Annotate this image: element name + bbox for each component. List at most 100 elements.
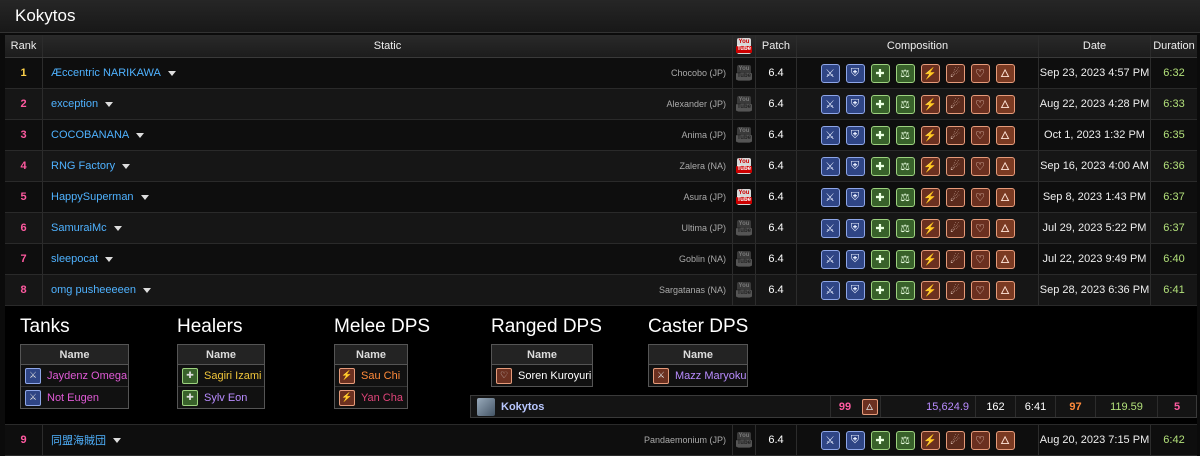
member-row[interactable]: ⚡ Yan Cha xyxy=(335,387,407,408)
paladin-icon[interactable]: ⚔ xyxy=(820,156,840,176)
scholar-icon[interactable]: ✚ xyxy=(870,218,890,238)
static-name-link[interactable]: SamuraiMc xyxy=(43,222,122,234)
scholar-icon[interactable]: ✚ xyxy=(870,280,890,300)
dancer-icon[interactable]: ♡ xyxy=(970,156,990,176)
black-mage-icon[interactable]: 🜂 xyxy=(995,430,1015,450)
static-name-link[interactable]: sleepocat xyxy=(43,253,114,265)
black-mage-icon[interactable]: 🜂 xyxy=(995,249,1015,269)
monk-icon[interactable]: ⚡ xyxy=(920,94,940,114)
table-row[interactable]: 1 Æccentric NARIKAWA Chocobo (JP) You Tub… xyxy=(5,58,1197,89)
monk-icon[interactable]: ⚡ xyxy=(920,280,940,300)
warrior-icon[interactable]: ⛨ xyxy=(845,218,865,238)
youtube-cell[interactable]: You Tube xyxy=(733,182,756,212)
warrior-icon[interactable]: ⛨ xyxy=(845,249,865,269)
member-row[interactable]: ⚡ Sau Chi xyxy=(335,365,407,387)
dancer-icon[interactable]: ♡ xyxy=(970,249,990,269)
dancer-icon[interactable]: ♡ xyxy=(970,280,990,300)
paladin-icon[interactable]: ⚔ xyxy=(820,125,840,145)
member-row[interactable]: ✚ Sagiri Izami xyxy=(178,365,264,387)
paladin-icon[interactable]: ⚔ xyxy=(820,249,840,269)
scholar-icon[interactable]: ✚ xyxy=(870,187,890,207)
paladin-icon[interactable]: ⚔ xyxy=(820,218,840,238)
youtube-icon[interactable]: You Tube xyxy=(736,189,752,205)
warrior-icon[interactable]: ⛨ xyxy=(845,156,865,176)
col-date[interactable]: Date xyxy=(1039,35,1151,57)
scholar-icon[interactable]: ✚ xyxy=(870,430,890,450)
youtube-icon[interactable]: You Tube xyxy=(736,158,752,174)
paladin-icon[interactable]: ⚔ xyxy=(820,187,840,207)
chevron-down-icon[interactable] xyxy=(113,225,122,231)
member-row[interactable]: ⚔ Not Eugen xyxy=(21,387,128,408)
monk-icon[interactable]: ⚡ xyxy=(920,430,940,450)
col-patch[interactable]: Patch xyxy=(756,35,797,57)
scholar-icon[interactable]: ✚ xyxy=(870,156,890,176)
table-row[interactable]: 5 HappySuperman Asura (JP) You Tube 6.4 ⚔… xyxy=(5,182,1197,213)
table-row[interactable]: 9 同盟海賊団 Pandaemonium (JP) You Tube 6.4 ⚔ ⛨… xyxy=(5,425,1197,456)
member-row[interactable]: ⚔ Jaydenz Omega xyxy=(21,365,128,387)
table-row[interactable]: 3 COCOBANANA Anima (JP) You Tube 6.4 ⚔ ⛨ ✚ ⚖… xyxy=(5,120,1197,151)
chevron-down-icon[interactable] xyxy=(113,437,121,443)
reaper-icon[interactable]: ☄ xyxy=(945,218,965,238)
chevron-down-icon[interactable] xyxy=(136,132,145,138)
dancer-icon[interactable]: ♡ xyxy=(970,125,990,145)
black-mage-icon[interactable]: 🜂 xyxy=(995,187,1015,207)
chevron-down-icon[interactable] xyxy=(105,101,114,107)
col-rank[interactable]: Rank xyxy=(5,35,43,57)
table-row[interactable]: 8 omg pusheeeeen Sargatanas (NA) You Tube… xyxy=(5,275,1197,306)
reaper-icon[interactable]: ☄ xyxy=(945,280,965,300)
astrologian-icon[interactable]: ⚖ xyxy=(895,430,915,450)
paladin-icon[interactable]: ⚔ xyxy=(820,430,840,450)
astrologian-icon[interactable]: ⚖ xyxy=(895,125,915,145)
reaper-icon[interactable]: ☄ xyxy=(945,430,965,450)
reaper-icon[interactable]: ☄ xyxy=(945,63,965,83)
astrologian-icon[interactable]: ⚖ xyxy=(895,63,915,83)
table-row[interactable]: 2 exception Alexander (JP) You Tube 6.4 ⚔… xyxy=(5,89,1197,120)
col-static[interactable]: Static xyxy=(43,35,733,57)
astrologian-icon[interactable]: ⚖ xyxy=(895,218,915,238)
dancer-icon[interactable]: ♡ xyxy=(970,94,990,114)
member-row[interactable]: ♡ Soren Kuroyuri xyxy=(492,365,592,386)
reaper-icon[interactable]: ☄ xyxy=(945,156,965,176)
table-row[interactable]: 6 SamuraiMc Ultima (JP) You Tube 6.4 ⚔ ⛨ ✚ ⚖… xyxy=(5,213,1197,244)
warrior-icon[interactable]: ⛨ xyxy=(845,125,865,145)
black-mage-icon[interactable]: 🜂 xyxy=(995,280,1015,300)
table-row[interactable]: 4 RNG Factory Zalera (NA) You Tube 6.4 ⚔ ⛨… xyxy=(5,151,1197,182)
monk-icon[interactable]: ⚡ xyxy=(920,156,940,176)
chevron-down-icon[interactable] xyxy=(143,287,152,293)
chevron-down-icon[interactable] xyxy=(122,163,131,169)
scholar-icon[interactable]: ✚ xyxy=(870,63,890,83)
chevron-down-icon[interactable] xyxy=(140,194,149,200)
dancer-icon[interactable]: ♡ xyxy=(970,430,990,450)
chevron-down-icon[interactable] xyxy=(105,256,114,262)
paladin-icon[interactable]: ⚔ xyxy=(820,94,840,114)
monk-icon[interactable]: ⚡ xyxy=(920,63,940,83)
black-mage-icon[interactable]: 🜂 xyxy=(995,94,1015,114)
warrior-icon[interactable]: ⛨ xyxy=(845,94,865,114)
monk-icon[interactable]: ⚡ xyxy=(920,187,940,207)
warrior-icon[interactable]: ⛨ xyxy=(845,187,865,207)
dancer-icon[interactable]: ♡ xyxy=(970,187,990,207)
member-row[interactable]: ✚ Sylv Eon xyxy=(178,387,264,408)
black-mage-icon[interactable]: 🜂 xyxy=(995,218,1015,238)
static-name-link[interactable]: RNG Factory xyxy=(43,160,131,172)
dancer-icon[interactable]: ♡ xyxy=(970,63,990,83)
astrologian-icon[interactable]: ⚖ xyxy=(895,249,915,269)
dancer-icon[interactable]: ♡ xyxy=(970,218,990,238)
black-mage-icon[interactable]: 🜂 xyxy=(995,156,1015,176)
member-row[interactable]: ⚔ Mazz Maryoku xyxy=(649,365,747,386)
black-mage-icon[interactable]: 🜂 xyxy=(995,125,1015,145)
static-name-link[interactable]: 同盟海賊団 xyxy=(43,432,121,448)
chevron-down-icon[interactable] xyxy=(167,70,176,76)
reaper-icon[interactable]: ☄ xyxy=(945,187,965,207)
reaper-icon[interactable]: ☄ xyxy=(945,125,965,145)
monk-icon[interactable]: ⚡ xyxy=(920,218,940,238)
static-name-link[interactable]: Æccentric NARIKAWA xyxy=(43,67,176,79)
paladin-icon[interactable]: ⚔ xyxy=(820,280,840,300)
col-duration[interactable]: Duration xyxy=(1151,35,1197,57)
monk-icon[interactable]: ⚡ xyxy=(920,125,940,145)
warrior-icon[interactable]: ⛨ xyxy=(845,430,865,450)
warrior-icon[interactable]: ⛨ xyxy=(845,63,865,83)
col-youtube[interactable]: You Tube xyxy=(733,35,756,57)
astrologian-icon[interactable]: ⚖ xyxy=(895,94,915,114)
warrior-icon[interactable]: ⛨ xyxy=(845,280,865,300)
